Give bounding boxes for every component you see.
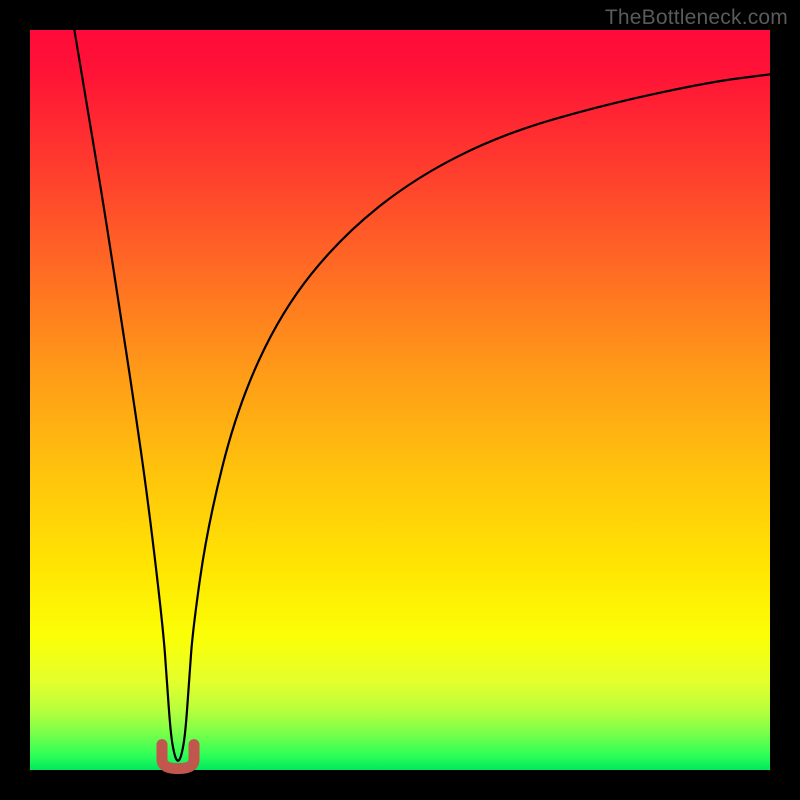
chart-frame: TheBottleneck.com [0, 0, 800, 800]
bottleneck-curve [74, 30, 770, 761]
curve-layer [30, 30, 770, 770]
plot-area [30, 30, 770, 770]
minimum-marker [162, 745, 194, 769]
watermark-label: TheBottleneck.com [605, 6, 788, 30]
